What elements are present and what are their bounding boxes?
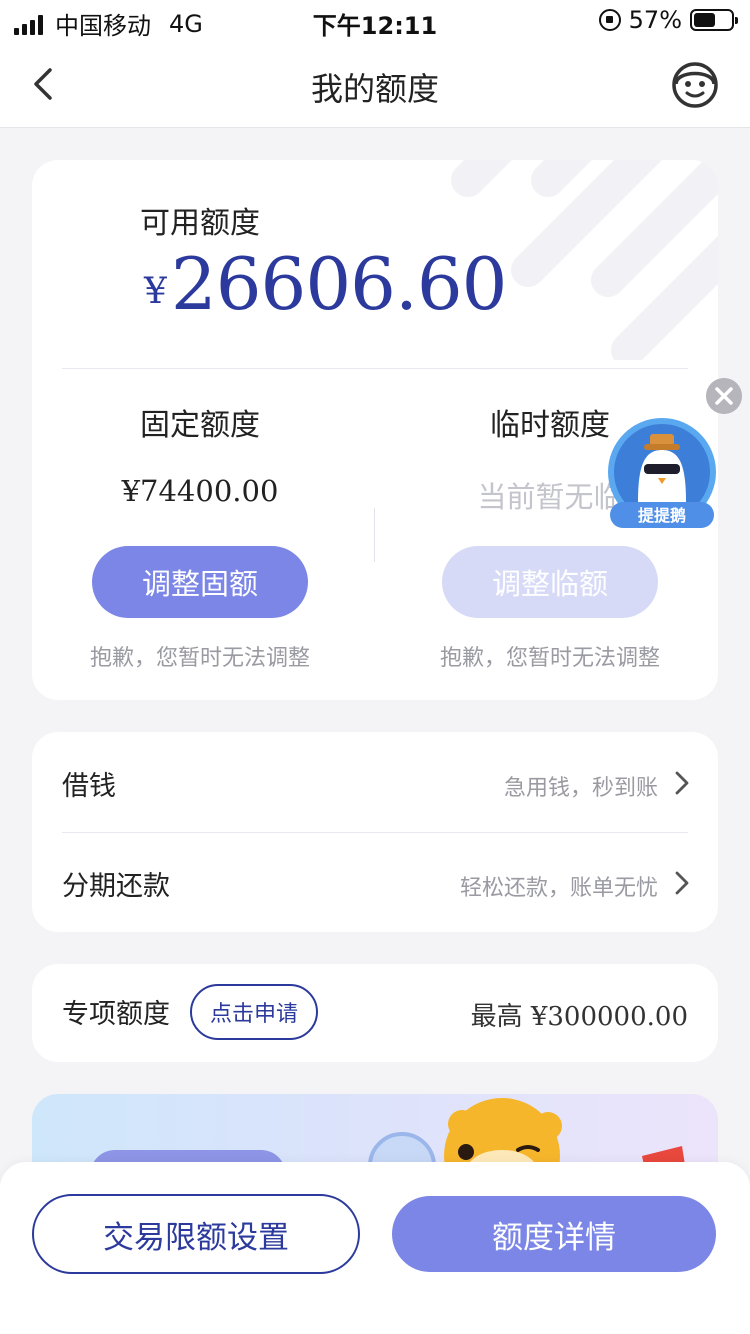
chevron-right-icon (675, 871, 689, 895)
column-divider (374, 508, 375, 562)
max-prefix: 最高 (470, 1002, 523, 1032)
transaction-limit-settings-button[interactable]: 交易限额设置 (32, 1194, 360, 1274)
menu-item-label: 分期还款 (62, 871, 170, 902)
battery-icon (690, 9, 738, 31)
page-title: 我的额度 (310, 70, 439, 108)
menu-item-borrow[interactable]: 借钱 急用钱，秒到账 (32, 732, 718, 832)
adjust-fixed-quota-button[interactable]: 调整固额 (92, 546, 308, 618)
chevron-right-icon (675, 771, 689, 795)
max-amount: ¥300000.00 (530, 1002, 688, 1032)
available-amount-value: 26606.60 (170, 242, 508, 326)
bottom-action-bar: 交易限额设置 额度详情 (0, 1162, 750, 1334)
close-icon[interactable] (706, 378, 742, 414)
fixed-quota-value: ¥74400.00 (121, 474, 279, 508)
quota-details-button[interactable]: 额度详情 (392, 1196, 716, 1272)
fixed-quota-note: 抱歉，您暂时无法调整 (89, 646, 310, 671)
status-right: 57% (598, 6, 738, 34)
divider (62, 368, 688, 369)
available-quota-label: 可用额度 (140, 206, 260, 241)
menu-card: 借钱 急用钱，秒到账 分期还款 轻松还款，账单无忧 (32, 732, 718, 932)
special-quota-card: 专项额度 点击申请 最高 ¥300000.00 (32, 964, 718, 1062)
status-bar: 中国移动 4G 下午12:11 57% (0, 0, 750, 42)
menu-item-label: 借钱 (62, 771, 116, 802)
rotation-lock-icon (598, 9, 621, 31)
apply-button[interactable]: 点击申请 (190, 984, 318, 1040)
nav-bar: 我的额度 (0, 42, 750, 128)
temporary-quota-note: 抱歉，您暂时无法调整 (439, 646, 660, 671)
battery-fill (694, 13, 715, 27)
currency-symbol: ¥ (144, 271, 167, 312)
menu-item-hint: 急用钱，秒到账 (503, 776, 658, 801)
goose-mascot-badge[interactable]: 提提鹅 (604, 416, 720, 536)
available-quota-amount: ¥26606.60 (144, 242, 508, 326)
customer-service-icon[interactable] (670, 60, 720, 110)
fixed-quota-section: 固定额度 ¥74400.00 调整固额 抱歉，您暂时无法调整 (50, 400, 350, 672)
mascot-badge-label: 提提鹅 (638, 506, 686, 525)
battery-percent: 57% (628, 6, 682, 34)
adjust-temporary-quota-button[interactable]: 调整临额 (442, 546, 658, 618)
menu-item-hint: 轻松还款，账单无忧 (459, 876, 658, 901)
special-quota-label: 专项额度 (62, 999, 170, 1030)
special-quota-max: 最高 ¥300000.00 (471, 996, 688, 1033)
menu-item-installment[interactable]: 分期还款 轻松还款，账单无忧 (32, 832, 718, 932)
fixed-quota-title: 固定额度 (140, 408, 260, 443)
